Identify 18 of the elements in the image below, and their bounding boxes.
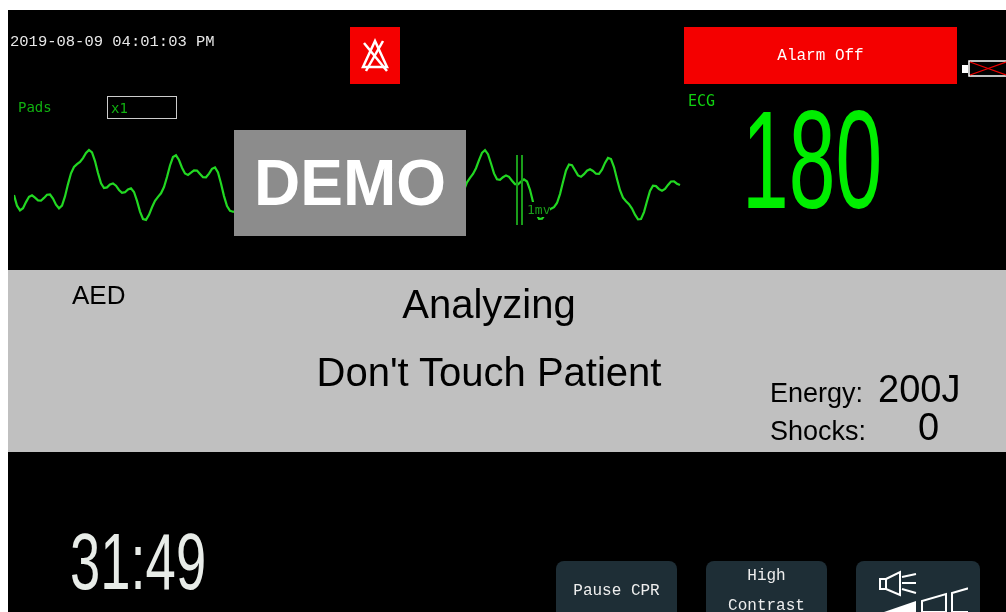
prompt-message: Analyzing — [402, 281, 576, 328]
softkey-button[interactable]: High Contrast — [706, 561, 827, 612]
pads-label: Pads — [18, 99, 53, 115]
date-time: 2019-08-09 04:01:03 PM — [9, 32, 216, 53]
mode-label: AED — [71, 279, 127, 312]
scale-label: 1mv — [527, 202, 551, 217]
stat-label: Shocks: — [770, 416, 868, 447]
elapsed-timer: 31:49 — [70, 516, 208, 608]
battery-icon — [962, 60, 1006, 77]
softkey-button[interactable]: Pause CPR — [556, 561, 677, 612]
calibration-mark — [516, 155, 524, 225]
pads-size-field: x1 — [107, 95, 177, 119]
prompt-message: Don't Touch Patient — [316, 349, 662, 396]
ecg-label: ECG — [688, 92, 717, 110]
alarm-banner: Alarm Off — [684, 27, 957, 84]
demo-badge: DEMO — [234, 130, 466, 236]
stat-label: Energy: — [770, 378, 865, 409]
alarm-silenced-icon — [350, 27, 400, 84]
